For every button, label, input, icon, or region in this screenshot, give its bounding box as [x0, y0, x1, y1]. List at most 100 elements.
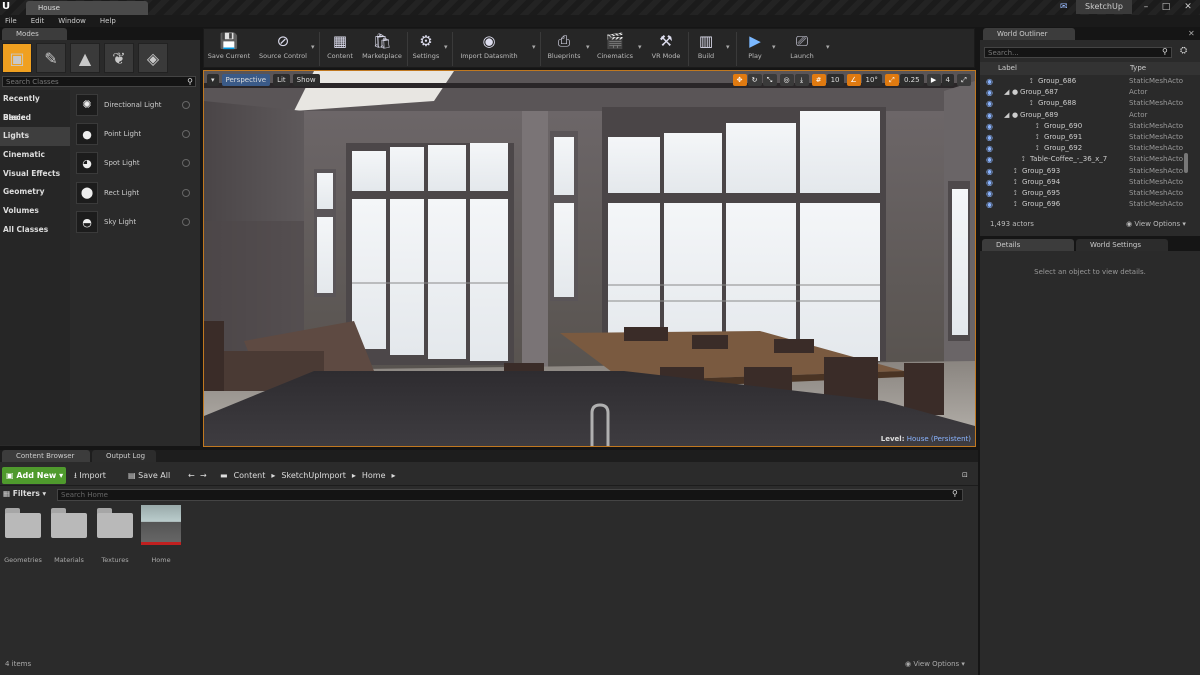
- blueprints-button[interactable]: ⎙ Blueprints: [544, 30, 584, 67]
- feedback-icon[interactable]: ✉: [1060, 2, 1070, 12]
- camera-speed-icon[interactable]: ▶: [926, 74, 941, 86]
- add-new-button[interactable]: ▣ Add New ▾: [2, 467, 66, 484]
- chevron-down-icon[interactable]: ▾: [586, 43, 590, 51]
- outliner-scrollbar[interactable]: [1184, 153, 1188, 173]
- forward-arrow-icon[interactable]: →: [200, 467, 207, 484]
- column-type[interactable]: Type: [1130, 64, 1146, 72]
- chevron-down-icon[interactable]: ▾: [826, 43, 830, 51]
- visibility-eye-icon[interactable]: ◉: [986, 166, 993, 177]
- grid-snap-value[interactable]: 10: [826, 74, 844, 86]
- folder-textures[interactable]: [97, 508, 133, 538]
- folder-materials[interactable]: [51, 508, 87, 538]
- tab-world-settings[interactable]: World Settings: [1076, 239, 1168, 251]
- outliner-row[interactable]: ◉ ⟟ Group_694 StaticMeshActo: [980, 177, 1190, 188]
- back-arrow-icon[interactable]: ←: [188, 467, 195, 484]
- outliner-row[interactable]: ◉ ⟟ Group_696 StaticMeshActo: [980, 199, 1190, 210]
- content-button[interactable]: ▦ Content: [322, 30, 358, 67]
- menu-file[interactable]: File: [5, 17, 17, 25]
- save-current-button[interactable]: 💾 Save Current: [205, 30, 253, 67]
- chevron-down-icon[interactable]: ▾: [772, 43, 776, 51]
- outliner-row[interactable]: ◉ ⟟ Group_690 StaticMeshActo: [980, 121, 1190, 132]
- launch-button[interactable]: ⎚ Launch: [784, 30, 820, 67]
- scale-tool-icon[interactable]: ⤡: [762, 74, 777, 86]
- menu-window[interactable]: Window: [58, 17, 86, 25]
- visibility-eye-icon[interactable]: ◉: [986, 188, 993, 199]
- category-geometry[interactable]: Geometry: [0, 183, 70, 202]
- asset-point-light[interactable]: ● Point Light: [72, 119, 200, 148]
- close-panel-icon[interactable]: ✕: [1188, 29, 1195, 38]
- scale-snap-value[interactable]: 0.25: [899, 74, 924, 86]
- modes-tab[interactable]: Modes: [2, 28, 67, 40]
- visibility-eye-icon[interactable]: ◉: [986, 121, 993, 132]
- rotation-snap-value[interactable]: 10°: [861, 74, 882, 86]
- tab-content-browser[interactable]: Content Browser: [2, 450, 90, 462]
- outliner-row[interactable]: ◉ ⟟ Table-Coffee_-_36_x_7 StaticMeshActo: [980, 154, 1190, 165]
- geometry-mode-icon[interactable]: ◈: [138, 43, 168, 73]
- tab-world-outliner[interactable]: World Outliner: [983, 28, 1075, 40]
- grid-snap-icon[interactable]: #: [811, 74, 826, 86]
- visibility-eye-icon[interactable]: ◉: [986, 98, 993, 109]
- asset-home-thumbnail[interactable]: [141, 505, 181, 545]
- document-tab[interactable]: House: [26, 1, 148, 15]
- landscape-mode-icon[interactable]: ▲: [70, 43, 100, 73]
- outliner-row[interactable]: ◉ ⟟ Group_691 StaticMeshActo: [980, 132, 1190, 143]
- visibility-eye-icon[interactable]: ◉: [986, 87, 993, 98]
- expand-toggle-icon[interactable]: ◢: [1004, 110, 1009, 121]
- visibility-eye-icon[interactable]: ◉: [986, 110, 993, 121]
- category-basic[interactable]: Basic: [0, 109, 70, 128]
- show-dropdown[interactable]: Show: [292, 74, 320, 86]
- save-all-button[interactable]: ▤ Save All: [128, 467, 170, 484]
- visibility-eye-icon[interactable]: ◉: [986, 199, 993, 210]
- surface-snap-icon[interactable]: ⤓: [794, 74, 809, 86]
- visibility-eye-icon[interactable]: ◉: [986, 76, 993, 87]
- camera-speed-value[interactable]: 4: [941, 74, 954, 86]
- outliner-row[interactable]: ◉ ◢ ● Group_689 Actor: [980, 110, 1190, 121]
- asset-sky-light[interactable]: ◓ Sky Light: [72, 208, 200, 237]
- category-recently-placed[interactable]: Recently Placed: [0, 90, 70, 122]
- minimize-icon[interactable]: –: [1136, 0, 1156, 14]
- import-datasmith-button[interactable]: ◉ Import Datasmith: [454, 30, 524, 67]
- rotate-tool-icon[interactable]: ↻: [747, 74, 762, 86]
- outliner-view-options-button[interactable]: ◉ View Options ▾: [1126, 220, 1186, 228]
- scale-snap-icon[interactable]: ⤢: [884, 74, 899, 86]
- foliage-mode-icon[interactable]: ❦: [104, 43, 134, 73]
- settings-icon[interactable]: ⛭: [1180, 46, 1187, 56]
- asset-rect-light[interactable]: ⬤ Rect Light: [72, 178, 200, 207]
- marketplace-button[interactable]: 🛍 Marketplace: [360, 30, 404, 67]
- vr-mode-button[interactable]: ⚒ VR Mode: [647, 30, 685, 67]
- build-button[interactable]: ▥ Build: [690, 30, 722, 67]
- tab-output-log[interactable]: Output Log: [92, 450, 156, 462]
- column-label[interactable]: Label: [998, 64, 1017, 72]
- info-icon[interactable]: [182, 159, 190, 168]
- maximize-icon[interactable]: □: [1156, 0, 1176, 14]
- outliner-row[interactable]: ◉ ◢ ● Group_687 Actor: [980, 87, 1190, 98]
- maximize-viewport-icon[interactable]: ⤢: [957, 74, 971, 86]
- chevron-down-icon[interactable]: ▾: [726, 43, 730, 51]
- lock-icon[interactable]: ⊡: [962, 467, 968, 484]
- folder-geometries[interactable]: [5, 508, 41, 538]
- expand-toggle-icon[interactable]: ◢: [1004, 87, 1009, 98]
- asset-directional-light[interactable]: ✺ Directional Light: [72, 90, 200, 119]
- breadcrumb-sketchupimport[interactable]: SketchUpImport: [281, 467, 345, 484]
- outliner-row[interactable]: ◉ ⟟ Group_692 StaticMeshActo: [980, 143, 1190, 154]
- paint-mode-icon[interactable]: ✎: [36, 43, 66, 73]
- outliner-row[interactable]: ◉ ⟟ Group_693 StaticMeshActo: [980, 166, 1190, 177]
- visibility-eye-icon[interactable]: ◉: [986, 177, 993, 188]
- view-options-button[interactable]: ◉ View Options ▾: [905, 660, 965, 668]
- translate-tool-icon[interactable]: ✥: [732, 74, 747, 86]
- breadcrumb-content[interactable]: Content: [234, 467, 266, 484]
- filters-button[interactable]: ▦ Filters ▾: [3, 489, 46, 498]
- menu-edit[interactable]: Edit: [31, 17, 45, 25]
- info-icon[interactable]: [182, 100, 190, 109]
- outliner-row[interactable]: ◉ ⟟ Group_695 StaticMeshActo: [980, 188, 1190, 199]
- viewport-options-dropdown[interactable]: ▾: [207, 74, 219, 86]
- breadcrumb-home[interactable]: Home: [362, 467, 386, 484]
- place-mode-icon[interactable]: ▣: [2, 43, 32, 73]
- category-lights[interactable]: Lights: [0, 127, 70, 147]
- visibility-eye-icon[interactable]: ◉: [986, 132, 993, 143]
- source-control-button[interactable]: ⊘ Source Control: [256, 30, 310, 67]
- tab-details[interactable]: Details: [982, 239, 1074, 251]
- info-icon[interactable]: [182, 188, 190, 197]
- outliner-row[interactable]: ◉ ⟟ Group_686 StaticMeshActo: [980, 76, 1190, 87]
- info-icon[interactable]: [182, 218, 190, 227]
